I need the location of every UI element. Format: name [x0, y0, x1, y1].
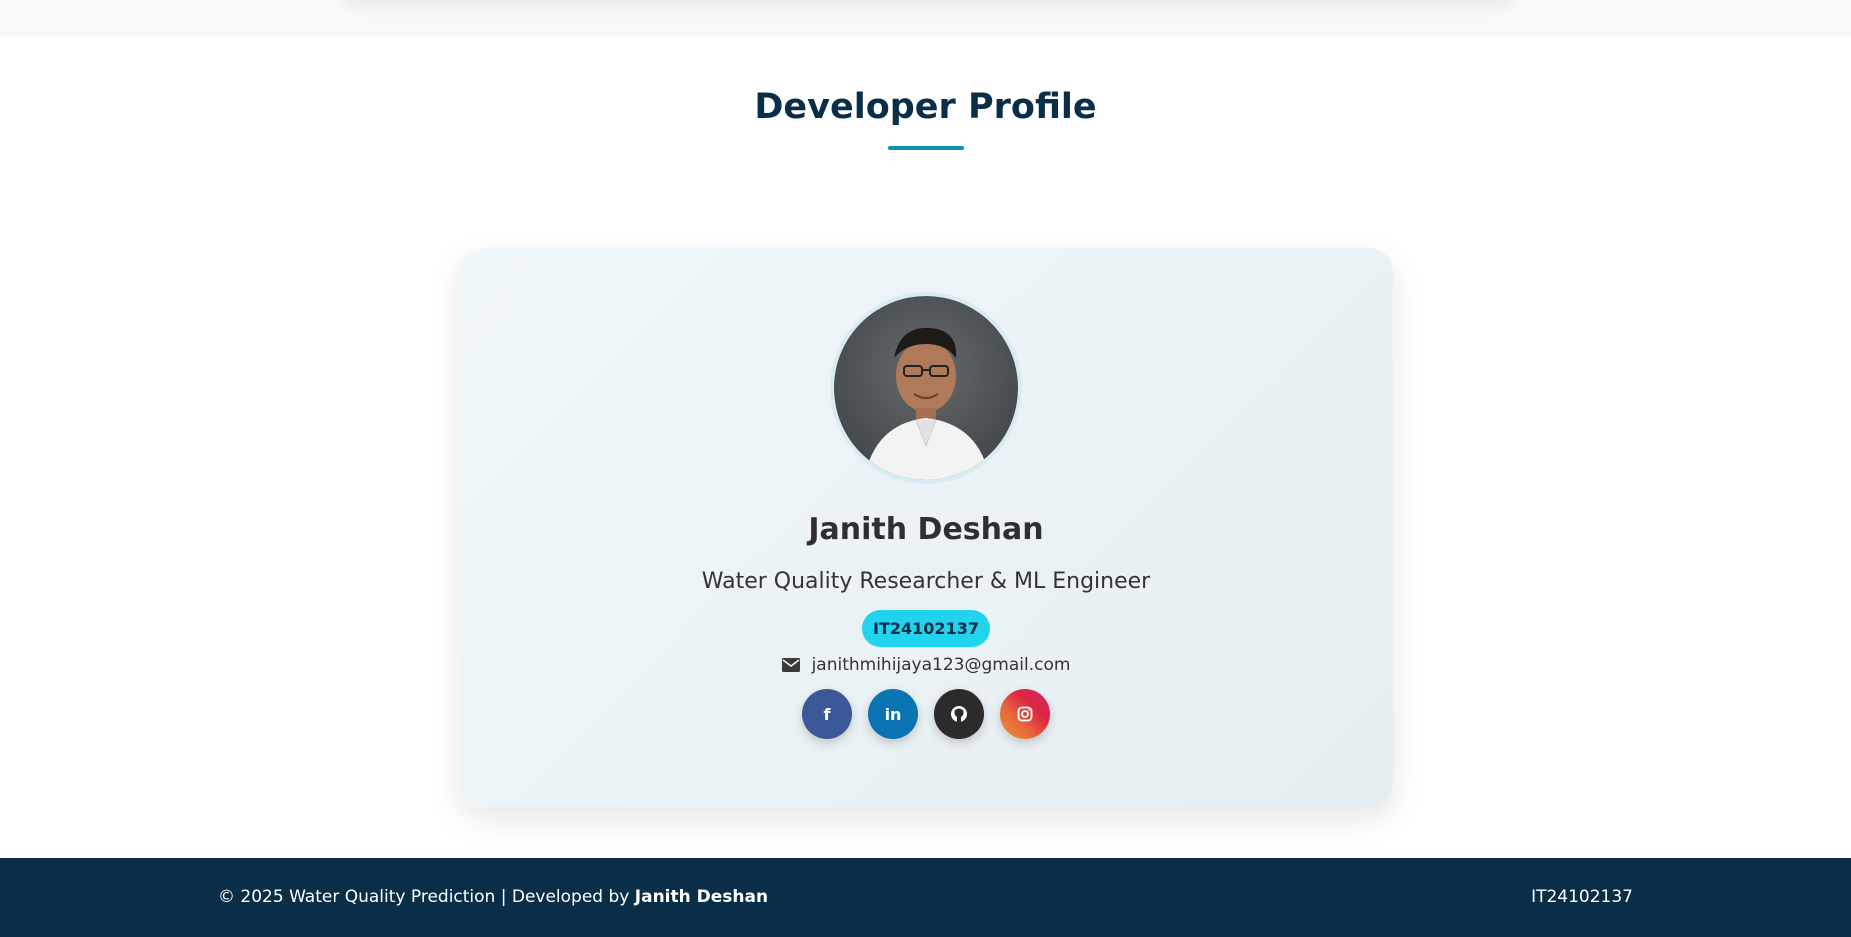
facebook-link[interactable]: f: [802, 689, 852, 739]
developer-profile-section: Developer Profile Janith Deshan Water Qu…: [0, 37, 1851, 858]
footer: © 2025 Water Quality Prediction | Develo…: [0, 858, 1851, 937]
avatar-photo: [834, 296, 1018, 480]
github-link[interactable]: [934, 689, 984, 739]
footer-student-id: IT24102137: [1531, 887, 1633, 907]
footer-copyright-text: © 2025 Water Quality Prediction | Develo…: [218, 887, 630, 907]
linkedin-icon: in: [884, 704, 902, 724]
facebook-icon: f: [823, 704, 831, 724]
email-row[interactable]: janithmihijaya123@gmail.com: [459, 652, 1393, 678]
section-title: Developer Profile: [754, 87, 1097, 127]
envelope-icon: [781, 658, 800, 672]
social-links: f in: [802, 689, 1050, 739]
instagram-icon: [1017, 706, 1033, 722]
top-strip: [0, 0, 1851, 37]
avatar: [830, 292, 1022, 484]
profile-name: Janith Deshan: [808, 512, 1044, 547]
footer-copyright: © 2025 Water Quality Prediction | Develo…: [218, 858, 768, 937]
email-text[interactable]: janithmihijaya123@gmail.com: [812, 655, 1071, 675]
student-id-badge: IT24102137: [862, 610, 990, 647]
linkedin-link[interactable]: in: [868, 689, 918, 739]
instagram-link[interactable]: [1000, 689, 1050, 739]
profile-role: Water Quality Researcher & ML Engineer: [701, 569, 1151, 594]
profile-card: Janith Deshan Water Quality Researcher &…: [459, 248, 1393, 807]
github-icon: [951, 706, 967, 722]
title-underline: [888, 146, 964, 150]
avatar-illustration: [864, 327, 990, 480]
footer-developer-name: Janith Deshan: [634, 887, 769, 907]
